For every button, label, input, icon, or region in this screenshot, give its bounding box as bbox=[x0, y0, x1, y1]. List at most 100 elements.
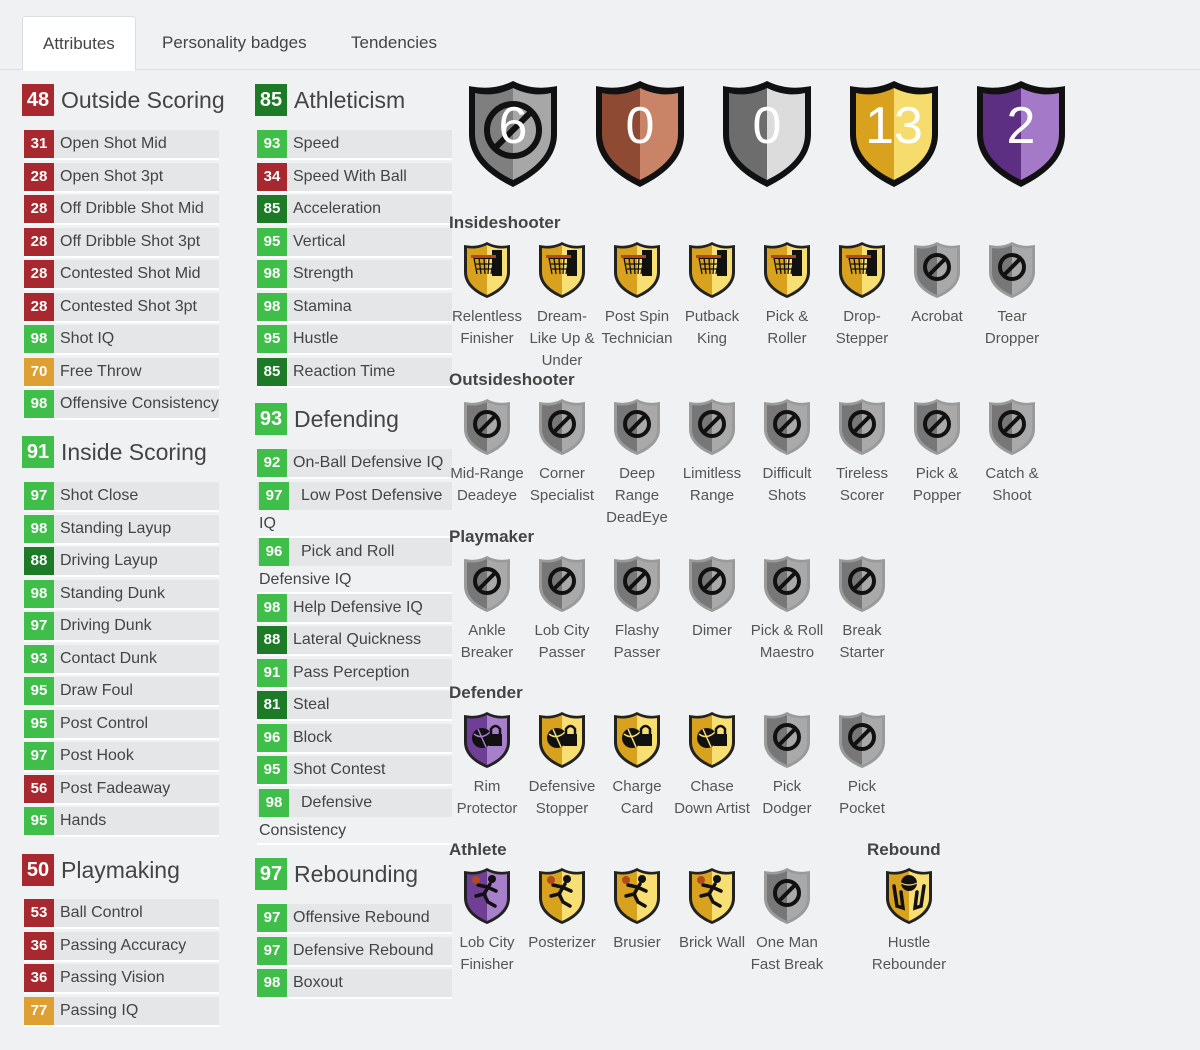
attribute-score: 98 bbox=[257, 969, 287, 997]
attribute-label: Hands bbox=[60, 812, 107, 829]
attribute-label: Reaction Time bbox=[293, 362, 396, 380]
tab-attributes[interactable]: Attributes bbox=[22, 16, 136, 71]
badge-shield-icon bbox=[914, 399, 960, 455]
attribute-score: 95 bbox=[257, 756, 287, 784]
badge-none[interactable]: Pick & Roll Maestro bbox=[749, 554, 825, 664]
badge-name: Pick Dodger bbox=[762, 778, 812, 817]
badge-gold[interactable]: Post Spin Technician bbox=[599, 240, 675, 350]
attribute-row: 88 Lateral Quickness bbox=[257, 626, 452, 656]
attribute-row: 56 Post Fadeaway bbox=[24, 774, 219, 805]
attribute-score: 70 bbox=[24, 357, 54, 386]
badge-none[interactable]: Corner Specialist bbox=[524, 397, 600, 507]
badge-gold[interactable]: Defensive Stopper bbox=[524, 710, 600, 820]
badge-name: Tear Dropper bbox=[984, 308, 1040, 347]
badge-none[interactable]: Acrobat bbox=[899, 240, 975, 328]
badge-shield-icon bbox=[614, 556, 660, 612]
badge-gold[interactable]: Charge Card bbox=[599, 710, 675, 820]
badge-none[interactable]: Pick Dodger bbox=[749, 710, 825, 820]
badge-none[interactable]: Deep Range DeadEye bbox=[599, 397, 675, 529]
shield-silver-count: 0 bbox=[719, 78, 815, 190]
badge-none[interactable]: Lob City Passer bbox=[524, 554, 600, 664]
attribute-row: 93 Speed bbox=[257, 130, 452, 160]
badge-none[interactable]: Limitless Range bbox=[674, 397, 750, 507]
badge-shield-icon bbox=[539, 399, 585, 455]
badge-gold[interactable]: Posterizer bbox=[524, 866, 600, 954]
badge-shield-icon bbox=[614, 712, 660, 768]
badge-none[interactable]: Ankle Breaker bbox=[449, 554, 525, 664]
attribute-label: Contested Shot 3pt bbox=[60, 297, 197, 315]
badge-name: Lob City Finisher bbox=[459, 934, 515, 973]
attribute-score: 31 bbox=[24, 130, 54, 158]
badge-gold[interactable]: Pick & Roller bbox=[749, 240, 825, 350]
badge-none[interactable]: Mid-Range Deadeye bbox=[449, 397, 525, 507]
badge-none[interactable]: Tireless Scorer bbox=[824, 397, 900, 507]
attribute-label: Post Control bbox=[60, 714, 149, 732]
badge-shield-icon bbox=[764, 868, 810, 924]
badge-name: Rim Protector bbox=[456, 778, 518, 817]
attribute-score: 91 bbox=[257, 658, 287, 687]
badge-gold[interactable]: Hustle Rebounder bbox=[871, 866, 947, 976]
group-score: 93 bbox=[255, 403, 287, 435]
attribute-score: 53 bbox=[24, 899, 54, 927]
attribute-row: 95 Draw Foul bbox=[24, 677, 219, 707]
badge-name: Lob City Passer bbox=[534, 622, 590, 661]
attribute-label: Standing Layup bbox=[60, 519, 172, 537]
attribute-label: Speed bbox=[293, 135, 340, 152]
shield-count: 13 bbox=[865, 97, 923, 155]
badge-gold[interactable]: Brusier bbox=[599, 866, 675, 954]
badge-none[interactable]: Catch & Shoot bbox=[974, 397, 1050, 507]
badge-shield-icon bbox=[689, 399, 735, 455]
badge-shield-icon bbox=[539, 242, 585, 298]
attribute-row: 98 Boxout bbox=[257, 969, 452, 999]
group-score: 91 bbox=[22, 436, 54, 468]
attribute-row: 95 Hands bbox=[24, 807, 219, 837]
group-header-inside: 91 Inside Scoring bbox=[22, 436, 207, 468]
group-score: 50 bbox=[22, 854, 54, 886]
attribute-label: Off Dribble Shot Mid bbox=[60, 200, 204, 217]
badge-hof[interactable]: Rim Protector bbox=[449, 710, 525, 820]
tab-bar: Attributes Personality badges Tendencies bbox=[0, 0, 1200, 71]
attribute-label: Contested Shot Mid bbox=[60, 265, 201, 282]
tab-tendencies[interactable]: Tendencies bbox=[331, 16, 457, 70]
badge-none[interactable]: Dimer bbox=[674, 554, 750, 642]
attribute-score: 98 bbox=[257, 292, 287, 321]
badge-hof[interactable]: Lob City Finisher bbox=[449, 866, 525, 976]
badge-none[interactable]: Pick Pocket bbox=[824, 710, 900, 820]
badge-gold[interactable]: Relentless Finisher bbox=[449, 240, 525, 350]
attribute-label: Low Post Defensive bbox=[301, 486, 443, 504]
attribute-score: 95 bbox=[24, 677, 54, 705]
attribute-score: 95 bbox=[24, 807, 54, 835]
badge-name: Pick & Popper bbox=[912, 465, 962, 504]
badge-gold[interactable]: Brick Wall bbox=[674, 866, 750, 954]
attribute-score: 28 bbox=[24, 292, 54, 321]
attribute-score: 97 bbox=[24, 612, 54, 640]
badge-gold[interactable]: Putback King bbox=[674, 240, 750, 350]
badge-none[interactable]: Tear Dropper bbox=[974, 240, 1050, 350]
badge-none[interactable]: One Man Fast Break bbox=[749, 866, 825, 976]
badge-gold[interactable]: Dream-Like Up & Under bbox=[524, 240, 600, 372]
attribute-score: 85 bbox=[257, 357, 287, 386]
badge-name: Brick Wall bbox=[678, 934, 746, 951]
group-header-rebounding: 97 Rebounding bbox=[255, 858, 418, 890]
badge-shield-icon bbox=[989, 242, 1035, 298]
tab-personality-badges[interactable]: Personality badges bbox=[142, 16, 327, 70]
attribute-score: 98 bbox=[24, 325, 54, 353]
attribute-score: 36 bbox=[24, 931, 54, 960]
attribute-row: 85 Acceleration bbox=[257, 195, 452, 225]
attribute-label: Acceleration bbox=[293, 200, 382, 217]
attribute-row: 31 Open Shot Mid bbox=[24, 130, 219, 160]
attribute-label: Driving Dunk bbox=[60, 617, 152, 634]
badge-none[interactable]: Break Starter bbox=[824, 554, 900, 664]
attribute-score: 97 bbox=[257, 936, 287, 965]
badge-none[interactable]: Difficult Shots bbox=[749, 397, 825, 507]
badge-shield-icon bbox=[464, 242, 510, 298]
badge-gold[interactable]: Chase Down Artist bbox=[674, 710, 750, 820]
badge-shield-icon bbox=[614, 242, 660, 298]
attribute-label: Pick and Roll bbox=[301, 542, 395, 560]
badge-gold[interactable]: Drop-Stepper bbox=[824, 240, 900, 350]
badge-none[interactable]: Flashy Passer bbox=[599, 554, 675, 664]
badge-none[interactable]: Pick & Popper bbox=[899, 397, 975, 507]
attribute-label-continued: Defensive IQ bbox=[259, 570, 352, 588]
badge-shield-icon bbox=[886, 868, 932, 924]
attribute-row: 34 Speed With Ball bbox=[257, 162, 452, 193]
